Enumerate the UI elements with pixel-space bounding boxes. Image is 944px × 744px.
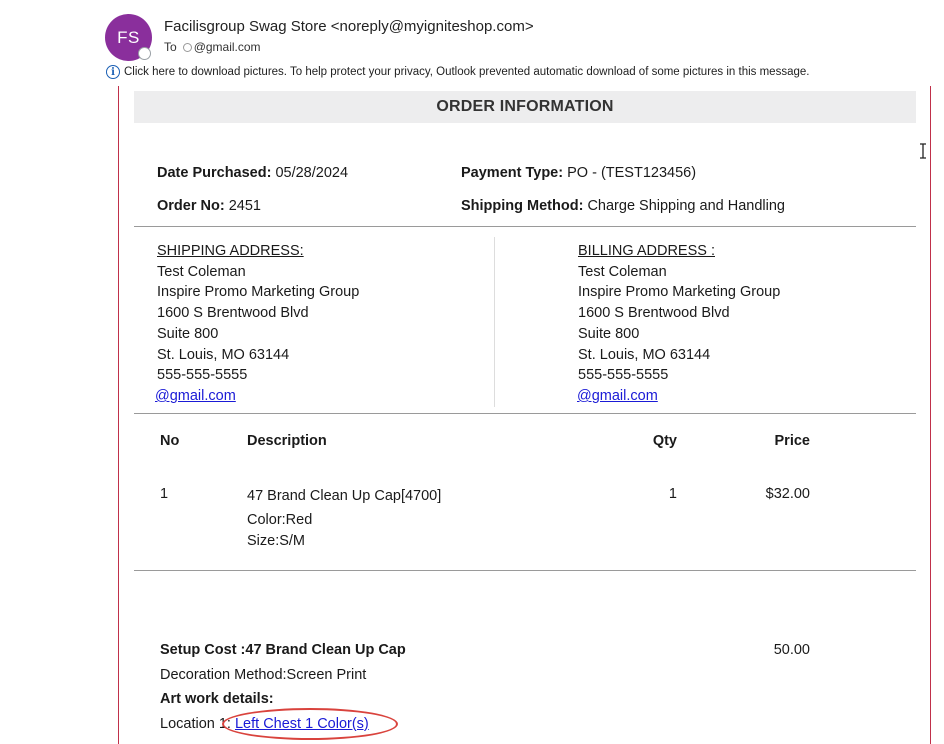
shipping-address: SHIPPING ADDRESS: Test Coleman Inspire P… [155,241,360,407]
payment-type-value: PO - (TEST123456) [563,165,697,181]
shipping-method-value: Charge Shipping and Handling [583,198,785,214]
billing-address-title: BILLING ADDRESS : [578,243,715,259]
recipient-email[interactable]: @gmail.com [194,40,261,54]
presence-status-icon [138,47,151,60]
item-row-qty: 1 [668,486,677,502]
divider [134,570,916,571]
setup-cost-value: 50.00 [773,642,810,658]
shipping-address-line: St. Louis, MO 63144 [157,346,290,363]
recipient-row: To @gmail.com [164,40,261,54]
order-information-header: ORDER INFORMATION [134,91,916,123]
billing-email-link[interactable]: @gmail.com [577,388,658,404]
billing-address-line: Test Coleman [578,263,667,280]
column-header-price: Price [774,433,810,449]
shipping-address-line: Suite 800 [157,325,219,342]
info-icon: i [106,65,120,79]
sender-name[interactable]: Facilisgroup Swag Store <noreply@myignit… [164,18,534,35]
column-header-qty: Qty [652,433,677,449]
column-header-no: No [160,433,180,449]
billing-address-line: 555-555-5555 [578,367,669,384]
column-header-description: Description [247,433,327,449]
shipping-address-line: 1600 S Brentwood Blvd [157,305,309,322]
billing-address: BILLING ADDRESS : Test Coleman Inspire P… [577,241,781,407]
order-number-label: Order No: [157,198,225,214]
item-size: Size:S/M [247,533,306,549]
highlight-circle [222,708,398,740]
billing-address-line: Suite 800 [578,325,640,342]
privacy-notice[interactable]: i Click here to download pictures. To he… [106,65,809,79]
billing-address-line: Inspire Promo Marketing Group [578,284,781,301]
address-separator [494,237,495,407]
item-row-price: $32.00 [765,486,810,502]
payment-type: Payment Type: PO - (TEST123456) [461,165,696,181]
date-purchased-label: Date Purchased: [157,165,272,181]
shipping-method: Shipping Method: Charge Shipping and Han… [461,198,785,214]
text-cursor-icon [920,143,926,159]
shipping-address-line: Test Coleman [157,263,246,280]
recipient-chip[interactable]: @gmail.com [182,40,261,54]
shipping-email-link[interactable]: @gmail.com [155,388,236,404]
item-row-description: 47 Brand Clean Up Cap[4700] Color:Red Si… [247,486,441,552]
decoration-method: Decoration Method:Screen Print [160,667,367,683]
setup-cost-title: Setup Cost :47 Brand Clean Up Cap [160,642,406,658]
recipient-presence-icon [182,42,192,52]
to-label: To [164,40,177,54]
item-color: Color:Red [247,512,313,528]
shipping-method-label: Shipping Method: [461,198,584,214]
email-body-border-left [118,86,119,744]
date-purchased-value: 05/28/2024 [271,165,349,181]
divider [134,413,916,414]
item-row-no: 1 [160,486,169,502]
divider [134,226,916,227]
privacy-notice-text[interactable]: Click here to download pictures. To help… [124,66,809,78]
shipping-address-line: 555-555-5555 [157,367,248,384]
email-body-border-right [930,86,931,744]
order-number-value: 2451 [224,198,261,214]
item-name: 47 Brand Clean Up Cap[4700] [247,488,442,504]
shipping-address-line: Inspire Promo Marketing Group [157,284,360,301]
billing-address-line: St. Louis, MO 63144 [578,346,711,363]
shipping-address-title: SHIPPING ADDRESS: [157,243,304,259]
date-purchased: Date Purchased: 05/28/2024 [157,165,348,181]
payment-type-label: Payment Type: [461,165,564,181]
billing-address-line: 1600 S Brentwood Blvd [578,305,730,322]
order-number: Order No: 2451 [157,198,261,214]
artwork-details-title: Art work details: [160,691,274,707]
